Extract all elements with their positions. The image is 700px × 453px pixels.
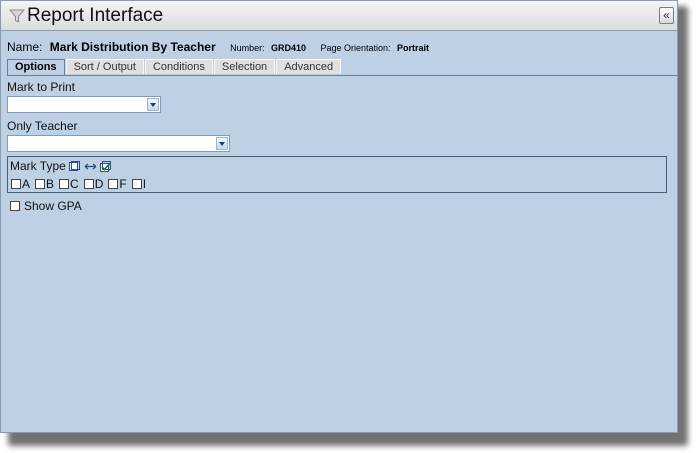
report-info: Name: Mark Distribution By Teacher Numbe… <box>7 38 429 56</box>
page-orientation: Portrait <box>397 43 430 53</box>
check-all-icon[interactable] <box>99 160 112 173</box>
show-gpa-checkbox[interactable] <box>10 201 20 211</box>
title-bar: Report Interface « <box>1 1 677 31</box>
mark-type-c-checkbox[interactable] <box>59 179 70 189</box>
mark-type-c-label: C <box>70 177 79 191</box>
toggle-arrows-icon[interactable] <box>84 162 97 171</box>
report-number-label: Number: <box>230 43 265 53</box>
mark-to-print-select[interactable] <box>7 96 161 113</box>
mark-type-label: Mark Type <box>10 159 66 173</box>
mark-type-header: Mark Type <box>10 159 112 173</box>
mark-type-d-checkbox[interactable] <box>83 179 94 189</box>
tab-selection[interactable]: Selection <box>213 59 276 74</box>
mark-type-i-checkbox[interactable] <box>131 179 142 189</box>
mark-type-b-label: B <box>46 177 55 191</box>
tab-divider <box>7 75 677 76</box>
mark-type-a-checkbox[interactable] <box>11 179 21 189</box>
tab-advanced[interactable]: Advanced <box>276 59 342 74</box>
show-gpa-label: Show GPA <box>24 199 82 213</box>
only-teacher-label: Only Teacher <box>7 119 78 133</box>
mark-type-f-checkbox[interactable] <box>108 179 119 189</box>
chevron-down-icon[interactable] <box>216 137 228 150</box>
chevron-down-icon[interactable] <box>147 98 159 111</box>
tab-options[interactable]: Options <box>7 59 65 76</box>
window-title: Report Interface <box>27 5 164 26</box>
page-orientation-label: Page Orientation: <box>320 43 391 53</box>
report-interface-window: Report Interface « Name: Mark Distributi… <box>0 0 678 433</box>
tab-bar: Options Sort / Output Conditions Selecti… <box>7 59 342 76</box>
mark-type-a-label: A <box>22 177 31 191</box>
mark-type-d-label: D <box>94 177 104 191</box>
mark-type-b-checkbox[interactable] <box>35 179 46 189</box>
filter-funnel-icon <box>9 9 25 23</box>
mark-to-print-label: Mark to Print <box>7 80 76 94</box>
mark-type-i-label: I <box>142 177 147 191</box>
uncheck-all-icon[interactable] <box>69 161 81 172</box>
tab-sort-output[interactable]: Sort / Output <box>65 59 144 74</box>
only-teacher-select[interactable] <box>7 135 230 152</box>
collapse-button[interactable]: « <box>659 7 674 24</box>
show-gpa-row: Show GPA <box>10 200 87 212</box>
report-name: Mark Distribution By Teacher <box>49 40 216 54</box>
report-name-label: Name: <box>7 40 43 54</box>
mark-type-group: Mark Type A B C D F I <box>7 156 667 193</box>
mark-type-f-label: F <box>119 177 127 191</box>
tab-conditions[interactable]: Conditions <box>144 59 213 74</box>
mark-type-checkboxes: A B C D F I <box>11 178 151 190</box>
report-number: GRD410 <box>271 43 307 53</box>
